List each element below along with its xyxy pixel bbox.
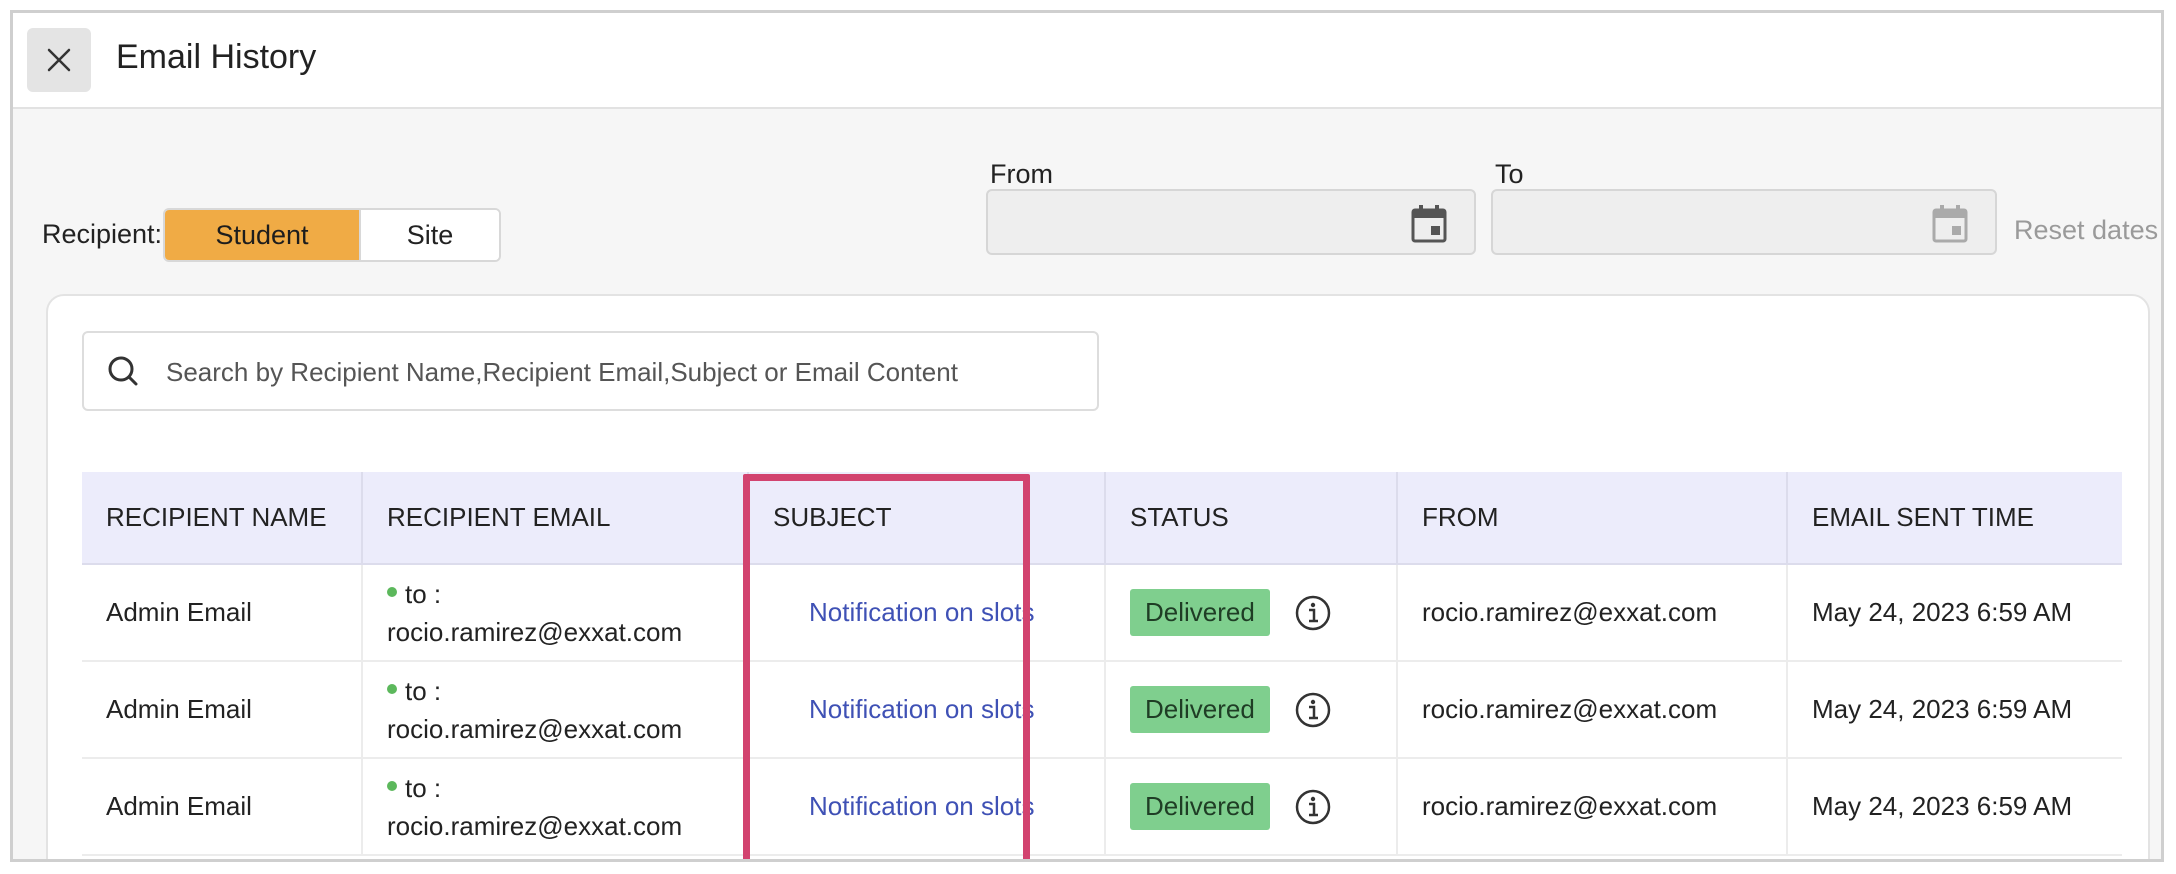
column-header-from[interactable]: FROM	[1397, 472, 1788, 565]
recipient-email-cell: to : rocio.ramirez@exxat.com	[362, 564, 749, 662]
to-date-label: To	[1495, 159, 1524, 189]
recipient-email: rocio.ramirez@exxat.com	[387, 616, 683, 647]
email-history-table: RECIPIENT NAME RECIPIENT EMAIL SUBJECT S…	[82, 472, 2122, 856]
search-icon	[108, 356, 138, 386]
recipient-name-cell: Admin Email	[82, 564, 363, 662]
close-icon	[47, 48, 71, 72]
info-icon[interactable]	[1294, 691, 1332, 729]
status-dot-icon	[387, 683, 397, 694]
search-input[interactable]	[164, 347, 1068, 397]
reset-dates-link[interactable]: Reset dates	[2014, 215, 2158, 246]
recipient-toggle: Student Site	[163, 208, 501, 262]
info-icon[interactable]	[1294, 788, 1332, 826]
column-header-recipient-name[interactable]: RECIPIENT NAME	[82, 472, 363, 565]
recipient-name-cell: Admin Email	[82, 661, 363, 759]
recipient-student-button[interactable]: Student	[165, 210, 359, 260]
dialog-header: Email History	[13, 13, 2161, 109]
info-icon[interactable]	[1294, 594, 1332, 632]
recipient-name-cell: Admin Email	[82, 758, 363, 856]
table-row[interactable]: Admin Email to : rocio.ramirez@exxat.com…	[82, 564, 2122, 662]
calendar-icon[interactable]	[1410, 204, 1448, 244]
page-title: Email History	[116, 38, 317, 76]
table-row[interactable]: Admin Email to : rocio.ramirez@exxat.com…	[82, 758, 2122, 856]
subject-link[interactable]: Notification on slots	[773, 597, 1034, 628]
status-cell: Delivered	[1105, 564, 1398, 662]
subject-cell: Notification on slots	[748, 564, 1106, 662]
table-header-row: RECIPIENT NAME RECIPIENT EMAIL SUBJECT S…	[82, 472, 2122, 565]
sent-time-cell: May 24, 2023 6:59 AM	[1787, 758, 2122, 856]
column-header-subject[interactable]: SUBJECT	[748, 472, 1106, 565]
close-button[interactable]	[27, 28, 91, 92]
column-header-email-sent-time[interactable]: EMAIL SENT TIME	[1787, 472, 2122, 565]
sent-time-cell: May 24, 2023 6:59 AM	[1787, 564, 2122, 662]
recipient-email: rocio.ramirez@exxat.com	[387, 713, 683, 744]
email-list-card: RECIPIENT NAME RECIPIENT EMAIL SUBJECT S…	[46, 294, 2150, 859]
recipient-email-cell: to : rocio.ramirez@exxat.com	[362, 758, 749, 856]
recipient-label: Recipient:	[42, 219, 163, 249]
search-box[interactable]	[82, 331, 1099, 411]
from-cell: rocio.ramirez@exxat.com	[1397, 564, 1788, 662]
status-dot-icon	[387, 780, 397, 791]
from-cell: rocio.ramirez@exxat.com	[1397, 758, 1788, 856]
subject-cell: Notification on slots	[748, 661, 1106, 759]
status-cell: Delivered	[1105, 661, 1398, 759]
from-cell: rocio.ramirez@exxat.com	[1397, 661, 1788, 759]
subject-link[interactable]: Notification on slots	[773, 791, 1034, 822]
recipient-email: rocio.ramirez@exxat.com	[387, 810, 683, 841]
subject-cell: Notification on slots	[748, 758, 1106, 856]
recipient-email-cell: to : rocio.ramirez@exxat.com	[362, 661, 749, 759]
email-history-dialog: Email History Recipient: Student Site Fr…	[10, 10, 2164, 862]
calendar-icon[interactable]	[1931, 204, 1969, 244]
column-header-recipient-email[interactable]: RECIPIENT EMAIL	[362, 472, 749, 565]
subject-link[interactable]: Notification on slots	[773, 694, 1034, 725]
status-badge: Delivered	[1130, 589, 1270, 636]
status-dot-icon	[387, 586, 397, 597]
to-label: to :	[405, 578, 442, 609]
to-label: to :	[405, 675, 442, 706]
status-cell: Delivered	[1105, 758, 1398, 856]
recipient-site-button[interactable]: Site	[359, 210, 499, 260]
status-badge: Delivered	[1130, 686, 1270, 733]
sent-time-cell: May 24, 2023 6:59 AM	[1787, 661, 2122, 759]
status-badge: Delivered	[1130, 783, 1270, 830]
from-date-field[interactable]	[986, 189, 1476, 255]
column-header-status[interactable]: STATUS	[1105, 472, 1398, 565]
table-row[interactable]: Admin Email to : rocio.ramirez@exxat.com…	[82, 661, 2122, 759]
to-date-field[interactable]	[1491, 189, 1997, 255]
from-date-label: From	[990, 159, 1053, 189]
to-label: to :	[405, 772, 442, 803]
